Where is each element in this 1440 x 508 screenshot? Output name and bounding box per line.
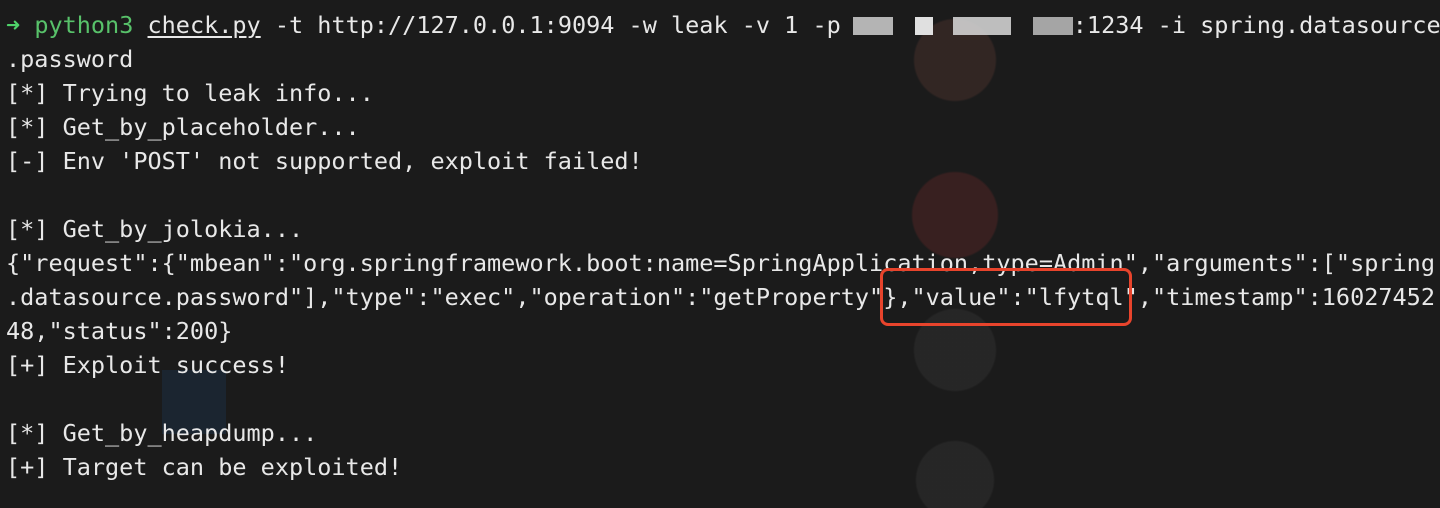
- redacted-block: [852, 17, 893, 35]
- json-response-line: 48,"status":200}: [6, 317, 233, 345]
- value-highlight-box: [880, 268, 1132, 326]
- json-response-line: .datasource.password"],"type":"exec","op…: [6, 283, 1435, 311]
- json-response-line: {"request":{"mbean":"org.springframework…: [6, 249, 1435, 277]
- prompt-arrow-icon: ➜: [6, 11, 21, 39]
- command-args-tail: :1234 -i spring.datasource: [1072, 11, 1440, 39]
- redacted-block: [914, 17, 933, 35]
- output-line: [-] Env 'POST' not supported, exploit fa…: [6, 147, 643, 175]
- redacted-block: [1032, 17, 1073, 35]
- redacted-block: [952, 17, 1011, 35]
- output-line: [*] Get_by_heapdump...: [6, 419, 318, 447]
- terminal-output: ➜ python3 check.py -t http://127.0.0.1:9…: [6, 8, 1440, 484]
- command-program: python3: [34, 11, 134, 39]
- output-line: [*] Trying to leak info...: [6, 79, 374, 107]
- command-line-wrap: .password: [6, 45, 134, 73]
- output-line: [+] Target can be exploited!: [6, 453, 403, 481]
- command-script[interactable]: check.py: [148, 11, 261, 39]
- command-line: ➜ python3 check.py -t http://127.0.0.1:9…: [6, 8, 1440, 42]
- output-line: [*] Get_by_jolokia...: [6, 215, 304, 243]
- output-line: [+] Exploit success!: [6, 351, 289, 379]
- command-args: -t http://127.0.0.1:9094 -w leak -v 1 -p: [260, 11, 841, 39]
- output-line: [*] Get_by_placeholder...: [6, 113, 360, 141]
